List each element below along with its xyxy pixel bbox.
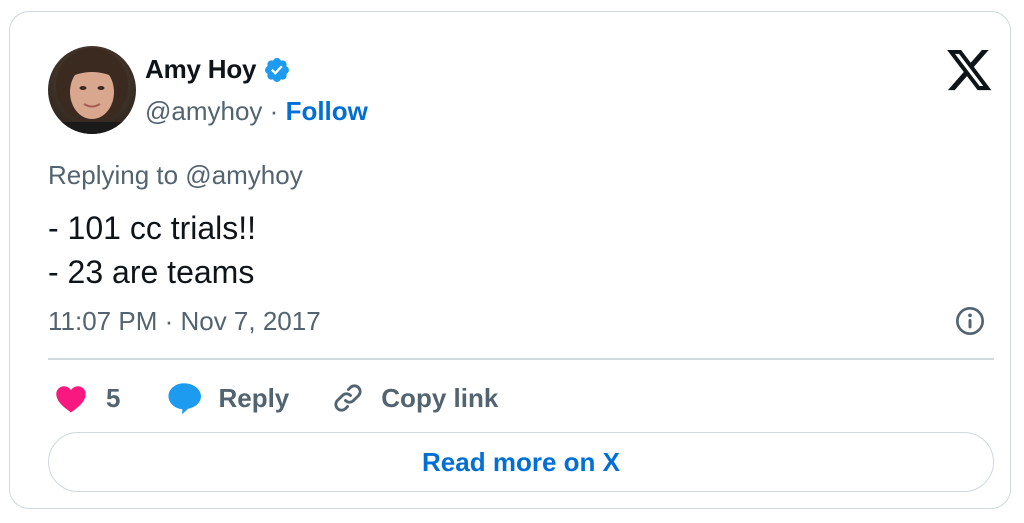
follow-link[interactable]: Follow — [286, 96, 368, 126]
reply-button[interactable]: Reply — [120, 381, 289, 415]
x-logo-icon[interactable] — [947, 50, 993, 92]
tweet-body: - 101 cc trials!! - 23 are teams — [48, 206, 256, 294]
heart-icon — [54, 383, 88, 413]
verified-badge-icon — [263, 56, 291, 84]
avatar[interactable] — [48, 46, 136, 134]
link-icon — [331, 381, 365, 415]
replying-to-text: Replying to @amyhoy — [48, 160, 303, 190]
reply-bubble-icon — [166, 381, 202, 415]
author-handle-row: @amyhoy · Follow — [145, 96, 368, 127]
reply-label: Reply — [218, 382, 290, 413]
read-more-label: Read more on X — [422, 446, 620, 477]
copy-link-button[interactable]: Copy link — [289, 381, 498, 415]
divider — [48, 358, 994, 360]
info-icon[interactable] — [954, 305, 986, 337]
tweet-line: - 23 are teams — [48, 254, 255, 290]
copy-link-label: Copy link — [381, 382, 499, 413]
read-more-button[interactable]: Read more on X — [48, 432, 994, 492]
author-name-row: Amy Hoy — [145, 54, 291, 85]
like-button[interactable]: 5 — [48, 383, 120, 414]
tweet-line: - 101 cc trials!! — [48, 210, 257, 246]
action-bar: 5 Reply Copy link — [48, 378, 498, 418]
author-handle[interactable]: @amyhoy — [145, 96, 262, 126]
like-count: 5 — [106, 382, 121, 413]
tweet-timestamp[interactable]: 11:07 PM · Nov 7, 2017 — [48, 306, 321, 337]
author-name[interactable]: Amy Hoy — [145, 54, 256, 85]
handle-separator: · — [269, 96, 286, 126]
tweet-card: Amy Hoy @amyhoy · Follow Replying to @am… — [9, 11, 1011, 509]
